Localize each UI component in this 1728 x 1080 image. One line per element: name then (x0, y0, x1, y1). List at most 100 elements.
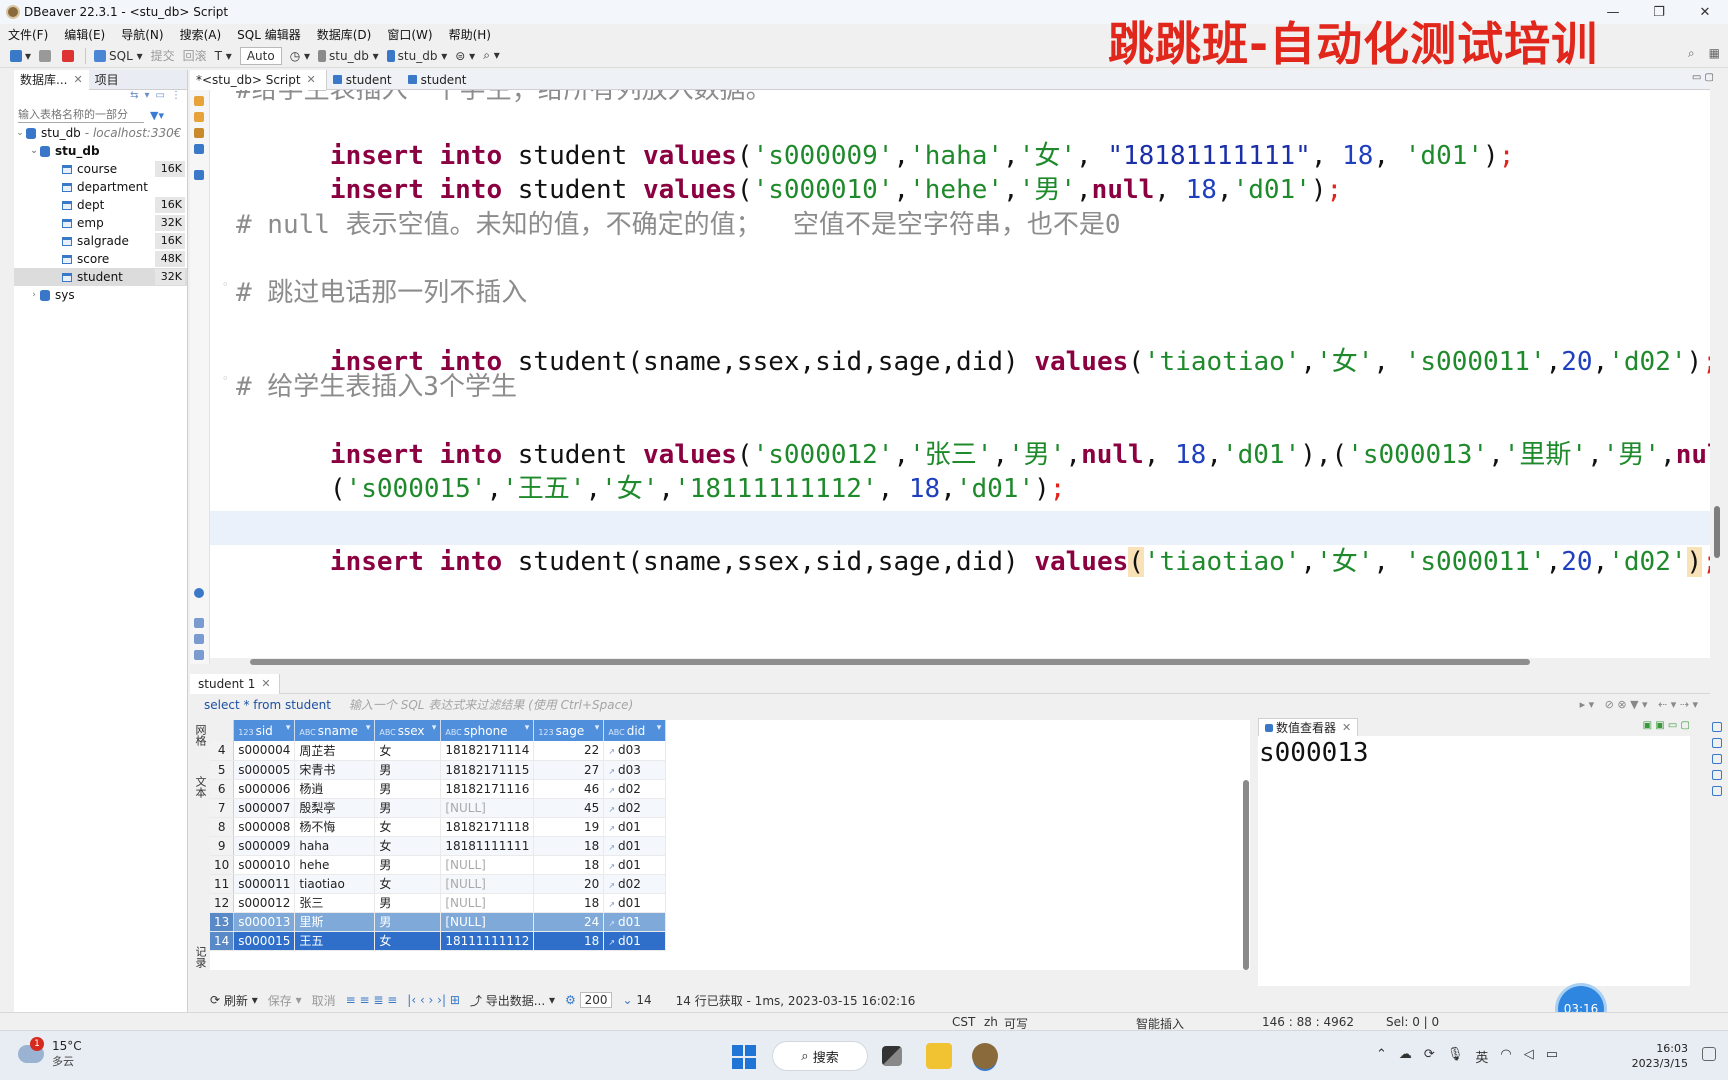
table-row-selected[interactable]: 14 s000015 王五女 18111111112 18 ↗ d01 (210, 931, 667, 951)
cell-did[interactable]: ↗ d01 (603, 817, 667, 837)
cell-ssex[interactable]: 女 (374, 931, 442, 951)
rollback-button[interactable]: 回滚 (179, 46, 211, 66)
menu-edit[interactable]: 编辑(E) (64, 26, 105, 43)
close-icon[interactable]: ✕ (73, 73, 82, 86)
cell-did[interactable]: ↗ d01 (603, 912, 667, 932)
file-explorer-icon[interactable] (926, 1043, 952, 1069)
notification-icon[interactable] (1702, 1047, 1716, 1061)
output-icon[interactable] (194, 170, 204, 180)
cell-sphone[interactable]: 18182171116 (440, 779, 535, 799)
sort-icon[interactable]: ▾ (595, 723, 600, 733)
cell-sname[interactable]: 杨逍 (294, 779, 376, 799)
cell-ssex[interactable]: 男 (374, 855, 442, 875)
cell-sphone[interactable]: [NULL] (440, 912, 535, 932)
cell-ssex[interactable]: 女 (374, 741, 442, 761)
filter-expression-input[interactable]: 输入一个 SQL 表达式来过滤结果 (使用 Ctrl+Space) (349, 696, 633, 713)
cell-sage[interactable]: 27 (533, 760, 605, 780)
results-grid[interactable]: 123 sid ▾ ABC sname ▾ ABC ssex ▾ ABC sphone ▾ 12… (210, 720, 1250, 970)
log-icon[interactable] (194, 618, 204, 628)
table-row-selected[interactable]: 13 s000013 里斯男 [NULL] 24 ↗ d01 (210, 912, 667, 932)
cell-sphone[interactable]: [NULL] (440, 855, 535, 875)
menu-window[interactable]: 窗口(W) (387, 26, 432, 43)
value-viewer-content[interactable]: s000013 (1258, 736, 1690, 768)
battery-icon[interactable]: ▭ (1546, 1047, 1558, 1066)
cancel-button[interactable]: 取消 (312, 992, 336, 1009)
menu-help[interactable]: 帮助(H) (449, 26, 491, 43)
view-record-tab[interactable]: 记录 (194, 946, 208, 968)
fold-marker-icon[interactable]: ◦ (222, 372, 229, 385)
cell-sname[interactable]: 里斯 (294, 912, 376, 932)
tree-table-score[interactable]: score 48K (14, 250, 187, 268)
table-row[interactable]: 8 s000008 杨不悔女 18182171118 19 ↗ d01 (210, 817, 667, 837)
cell-did[interactable]: ↗ d02 (603, 798, 667, 818)
cell-ssex[interactable]: 男 (374, 912, 442, 932)
cell-did[interactable]: ↗ d03 (603, 741, 667, 761)
table-row[interactable]: 7 s000007 殷梨亭男 [NULL] 45 ↗ d02 (210, 798, 667, 818)
execute-statement-icon[interactable] (194, 96, 204, 106)
tab-value-viewer[interactable]: 数值查看器 ✕ (1258, 718, 1359, 736)
panels-icon[interactable] (1712, 722, 1722, 732)
cell-sname[interactable]: haha (294, 836, 376, 856)
menu-search[interactable]: 搜索(A) (180, 26, 222, 43)
column-header-sname[interactable]: ABC sname ▾ (294, 720, 376, 741)
datasource-selector[interactable]: stu_db ▾ (314, 46, 383, 66)
row-count-control[interactable]: ⌄ 14 (622, 993, 651, 1007)
cell-sage[interactable]: 18 (533, 931, 605, 951)
cell-ssex[interactable]: 男 (374, 760, 442, 780)
editor-horizontal-scrollbar[interactable] (210, 658, 1710, 666)
new-connection-button[interactable]: ▾ (6, 46, 35, 66)
windows-start-icon[interactable] (732, 1045, 756, 1069)
fetch-size-input[interactable]: 200 (579, 992, 613, 1008)
global-search-icon[interactable]: ⌕ (1688, 46, 1695, 61)
schema-selector[interactable]: stu_db ▾ (383, 46, 452, 66)
table-filter-input[interactable] (18, 107, 144, 123)
cell-ssex[interactable]: 男 (374, 798, 442, 818)
table-row[interactable]: 12 s000012 张三男 [NULL] 18 ↗ d01 (210, 893, 667, 913)
column-header-sage[interactable]: 123 sage ▾ (533, 720, 605, 741)
menu-sql-editor[interactable]: SQL 编辑器 (237, 26, 301, 43)
cell-sage[interactable]: 18 (533, 893, 605, 913)
tree-table-department[interactable]: department (14, 178, 187, 196)
grouping-icon[interactable] (1712, 786, 1722, 796)
cell-sage[interactable]: 22 (533, 741, 605, 761)
menu-file[interactable]: 文件(F) (8, 26, 48, 43)
cell-did[interactable]: ↗ d01 (603, 893, 667, 913)
references-icon[interactable] (1712, 770, 1722, 780)
cell-sid[interactable]: s000007 (233, 798, 296, 818)
wifi-icon[interactable]: ◠ (1500, 1047, 1511, 1066)
tab-projects[interactable]: 项目 (89, 70, 125, 90)
dbeaver-taskbar-icon[interactable] (972, 1043, 998, 1069)
column-header-ssex[interactable]: ABC ssex ▾ (374, 720, 442, 741)
column-header-sphone[interactable]: ABC sphone ▾ (440, 720, 535, 741)
tree-table-dept[interactable]: dept 16K (14, 196, 187, 214)
dropdown-icon[interactable]: ▾ (145, 90, 150, 106)
taskbar-search[interactable]: ⌕ 搜索 (772, 1041, 868, 1071)
filter-controls[interactable]: ▸ ▾ ⊘ ⊗ ▼ ▾ ⇠ ▾ ⇢ ▾ (1580, 698, 1698, 711)
cell-sage[interactable]: 19 (533, 817, 605, 837)
tree-table-course[interactable]: course 16K (14, 160, 187, 178)
cell-sid[interactable]: s000010 (233, 855, 296, 875)
value-viewer-panel[interactable]: s000013 (1258, 736, 1690, 986)
cell-sid[interactable]: s000008 (233, 817, 296, 837)
cell-sname[interactable]: tiaotiao (294, 874, 376, 894)
weather-widget[interactable]: 1 15°C 多云 (18, 1037, 82, 1069)
table-row[interactable]: 5 s000005 宋青书男 18182171115 27 ↗ d03 (210, 760, 667, 780)
cell-sid[interactable]: s000009 (233, 836, 296, 856)
ime-indicator[interactable]: 英 (1475, 1047, 1488, 1066)
volume-icon[interactable]: ◁ (1524, 1047, 1534, 1066)
commit-button[interactable]: 提交 (147, 46, 179, 66)
cell-sid[interactable]: s000015 (233, 931, 296, 951)
cell-sage[interactable]: 18 (533, 855, 605, 875)
sync-icon[interactable]: ⟳ (1424, 1047, 1435, 1066)
tree-table-student[interactable]: student 32K (14, 268, 187, 286)
tree-table-emp[interactable]: emp 32K (14, 214, 187, 232)
cell-sid[interactable]: s000013 (233, 912, 296, 932)
cell-did[interactable]: ↗ d02 (603, 874, 667, 894)
cell-did[interactable]: ↗ d03 (603, 760, 667, 780)
fetch-size-control[interactable]: ⚙ 200 (565, 992, 613, 1008)
cell-sname[interactable]: 宋青书 (294, 760, 376, 780)
metadata-icon[interactable] (1712, 738, 1722, 748)
calc-icon[interactable] (1712, 754, 1722, 764)
collapse-arrow-icon[interactable]: ⌄ (14, 128, 26, 138)
table-row[interactable]: 9 s000009 haha 女 18181111111 18 ↗ d01 (210, 836, 667, 856)
